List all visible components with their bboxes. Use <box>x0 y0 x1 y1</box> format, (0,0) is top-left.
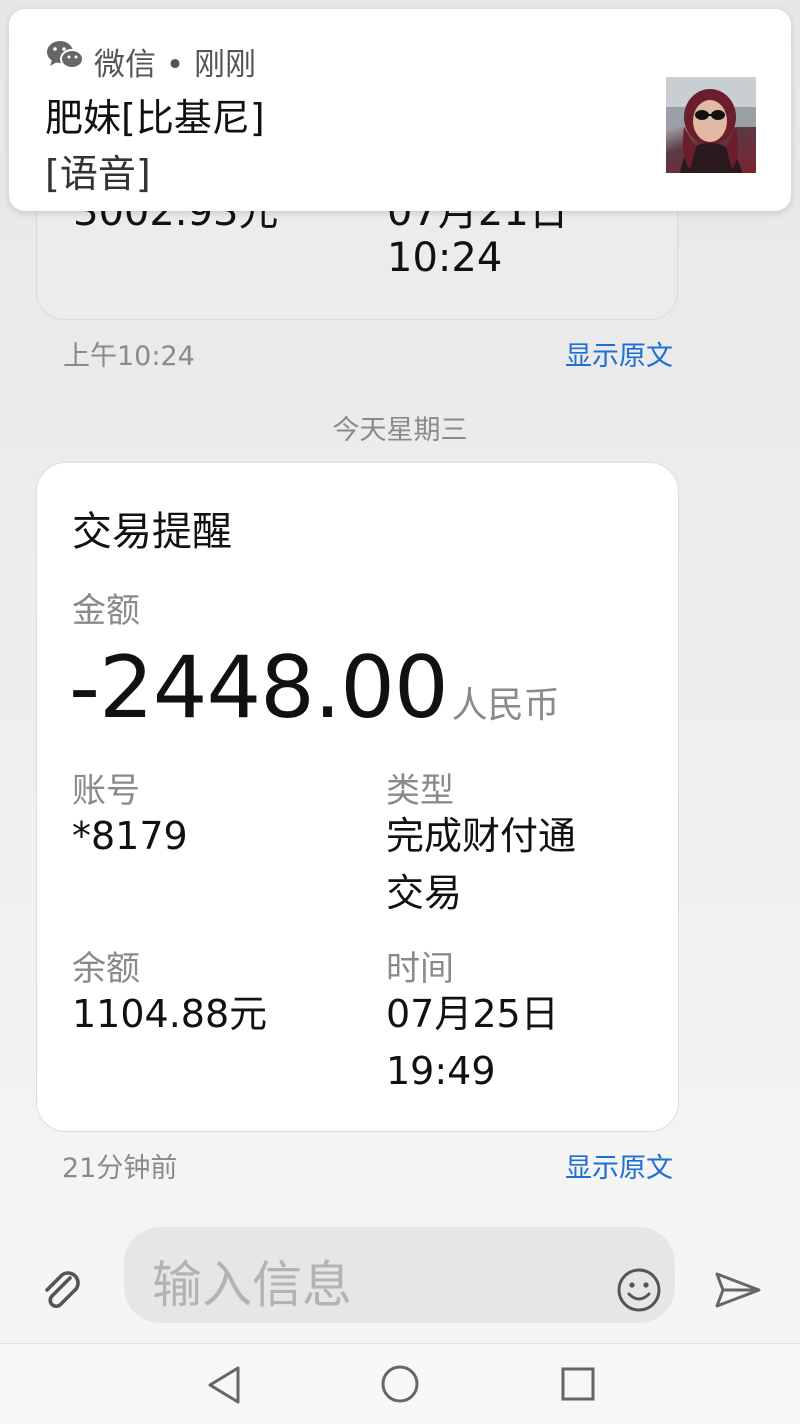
account-value: *8179 <box>72 814 188 858</box>
account-label: 账号 <box>72 771 140 811</box>
notification-sender: 肥妹[比基尼] <box>45 96 265 140</box>
sender-avatar <box>666 77 756 173</box>
time-value: 19:49 <box>386 1049 496 1093</box>
card-title: 交易提醒 <box>72 509 232 555</box>
recents-icon[interactable] <box>560 1366 596 1402</box>
back-icon[interactable] <box>204 1364 242 1406</box>
balance-value: 1104.88元 <box>72 992 268 1036</box>
wechat-notification[interactable]: 微信 • 刚刚 肥妹[比基尼] [语音] <box>9 9 791 211</box>
message-input-placeholder: 输入信息 <box>152 1256 352 1314</box>
previous-show-original-link[interactable]: 显示原文 <box>565 334 673 373</box>
avatar-photo <box>666 77 756 173</box>
date-separator: 今天星期三 <box>332 415 468 446</box>
amount-label: 金额 <box>72 591 140 631</box>
message-input[interactable]: 输入信息 <box>124 1227 675 1323</box>
notification-time: 刚刚 <box>194 47 257 83</box>
notification-body: [语音] <box>45 152 151 196</box>
notification-app-line: 微信 • 刚刚 <box>94 39 256 84</box>
balance-label: 余额 <box>72 949 140 989</box>
previous-time: 10:24 <box>387 235 503 281</box>
notification-separator: • <box>165 47 185 83</box>
home-icon[interactable] <box>380 1364 420 1404</box>
message-timestamp: 21分钟前 <box>62 1153 178 1184</box>
currency-label: 人民币 <box>451 685 560 726</box>
paperclip-icon <box>45 1271 80 1308</box>
notification-app-name: 微信 <box>94 47 156 83</box>
send-icon <box>715 1272 761 1308</box>
system-navigation-bar <box>0 1343 800 1424</box>
amount-value: -2448.00 <box>69 638 449 738</box>
send-button[interactable] <box>713 1268 763 1312</box>
type-label: 类型 <box>386 771 454 811</box>
wechat-icon <box>47 41 84 69</box>
attachment-button[interactable] <box>36 1264 88 1316</box>
date-value: 07月25日 <box>386 992 559 1036</box>
type-value-line2: 交易 <box>386 871 463 915</box>
previous-timestamp: 上午10:24 <box>63 341 195 372</box>
amount-row: -2448.00 人民币 <box>69 638 560 738</box>
transaction-card[interactable]: 交易提醒 金额 -2448.00 人民币 账号 *8179 类型 完成财付通 交易… <box>36 462 679 1132</box>
time-label: 时间 <box>386 949 454 989</box>
type-value-line1: 完成财付通 <box>386 814 577 858</box>
emoji-icon[interactable] <box>616 1267 662 1313</box>
show-original-link[interactable]: 显示原文 <box>565 1146 673 1185</box>
